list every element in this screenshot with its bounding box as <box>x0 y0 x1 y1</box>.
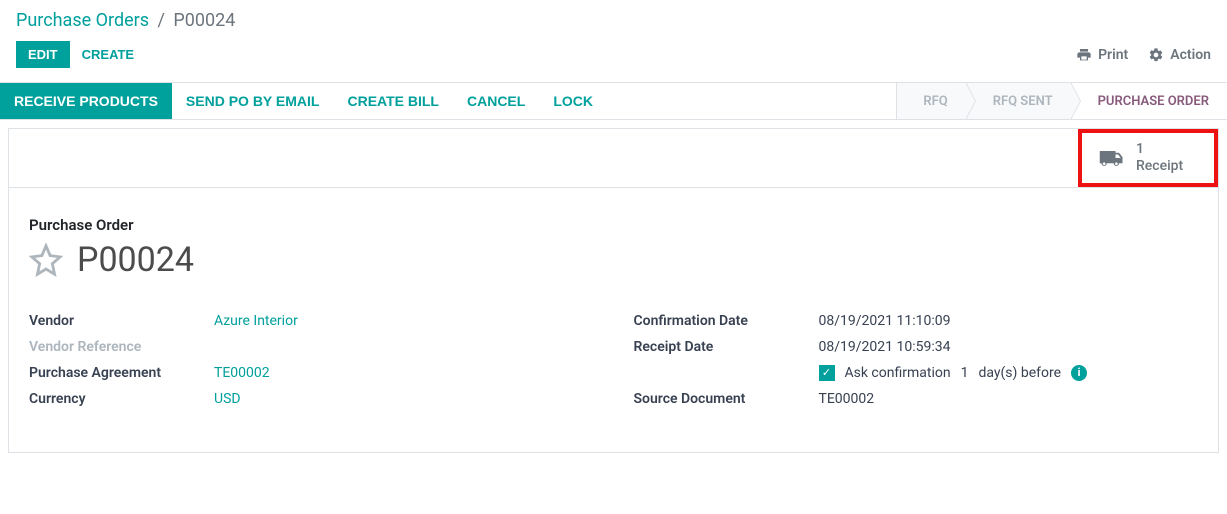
record-title: P00024 <box>29 240 1198 280</box>
field-currency: Currency USD <box>29 386 594 412</box>
field-source-document: Source Document TE00002 <box>634 386 1199 412</box>
vendor-label: Vendor <box>29 313 214 329</box>
print-icon <box>1076 47 1092 63</box>
cancel-button[interactable]: CANCEL <box>453 83 539 119</box>
status-step-purchase-order[interactable]: PURCHASE ORDER <box>1071 83 1227 119</box>
vendor-ref-label: Vendor Reference <box>29 339 214 355</box>
toolbar: EDIT CREATE Print Action <box>0 37 1227 82</box>
action-button[interactable]: Action <box>1148 47 1211 63</box>
ask-confirm-checkbox[interactable]: ✓ <box>819 365 835 381</box>
action-label: Action <box>1170 47 1211 63</box>
send-po-email-button[interactable]: SEND PO BY EMAIL <box>172 83 334 119</box>
lock-button[interactable]: LOCK <box>539 83 607 119</box>
source-doc-label: Source Document <box>634 391 819 407</box>
gear-icon <box>1148 47 1164 63</box>
print-button[interactable]: Print <box>1076 47 1128 63</box>
fields-col-left: Vendor Azure Interior Vendor Reference P… <box>29 308 594 412</box>
vendor-value[interactable]: Azure Interior <box>214 313 298 329</box>
receipt-date-label: Receipt Date <box>634 339 819 355</box>
field-vendor-reference: Vendor Reference <box>29 334 594 360</box>
status-step-rfq[interactable]: RFQ <box>896 83 965 119</box>
section-title: Purchase Order <box>29 216 1198 234</box>
field-receipt-date: Receipt Date 08/19/2021 10:59:34 <box>634 334 1199 360</box>
confirm-date-label: Confirmation Date <box>634 313 819 329</box>
star-icon[interactable] <box>29 243 63 277</box>
create-bill-button[interactable]: CREATE BILL <box>333 83 453 119</box>
status-steps: RFQ RFQ SENT PURCHASE ORDER <box>896 83 1227 119</box>
ask-confirm-suffix: day(s) before <box>978 365 1061 381</box>
fields-col-right: Confirmation Date 08/19/2021 11:10:09 Re… <box>634 308 1199 412</box>
form-sheet: 1 Receipt Purchase Order P00024 Vendor A… <box>8 128 1219 453</box>
breadcrumb-separator: / <box>158 10 165 31</box>
currency-value[interactable]: USD <box>214 391 241 407</box>
agreement-value[interactable]: TE00002 <box>214 365 270 381</box>
receive-products-button[interactable]: RECEIVE PRODUCTS <box>0 83 172 119</box>
agreement-label: Purchase Agreement <box>29 365 214 381</box>
breadcrumb-parent-link[interactable]: Purchase Orders <box>16 10 149 31</box>
currency-label: Currency <box>29 391 214 407</box>
status-step-rfq-sent[interactable]: RFQ SENT <box>966 83 1071 119</box>
status-bar: RECEIVE PRODUCTS SEND PO BY EMAIL CREATE… <box>0 82 1227 120</box>
source-doc-value: TE00002 <box>819 391 875 407</box>
receipt-date-value: 08/19/2021 10:59:34 <box>819 339 951 355</box>
ask-confirm-prefix: Ask confirmation <box>845 365 951 381</box>
field-vendor: Vendor Azure Interior <box>29 308 594 334</box>
field-confirmation-date: Confirmation Date 08/19/2021 11:10:09 <box>634 308 1199 334</box>
breadcrumb: Purchase Orders / P00024 <box>0 0 1227 37</box>
fields-grid: Vendor Azure Interior Vendor Reference P… <box>29 308 1198 412</box>
receipt-label: Receipt <box>1136 158 1183 175</box>
print-label: Print <box>1098 47 1128 63</box>
record-name: P00024 <box>77 240 194 280</box>
field-ask-confirm: ✓ Ask confirmation 1 day(s) before i <box>634 360 1199 386</box>
stat-row: 1 Receipt <box>9 129 1218 188</box>
confirm-date-value: 08/19/2021 11:10:09 <box>819 313 951 329</box>
receipt-count: 1 <box>1136 141 1183 158</box>
truck-icon <box>1098 147 1126 169</box>
receipt-stat-button[interactable]: 1 Receipt <box>1078 129 1218 187</box>
info-icon[interactable]: i <box>1071 365 1087 381</box>
create-button[interactable]: CREATE <box>70 41 146 68</box>
edit-button[interactable]: EDIT <box>16 41 70 68</box>
ask-confirm-days: 1 <box>961 365 969 381</box>
breadcrumb-current: P00024 <box>173 10 235 31</box>
field-purchase-agreement: Purchase Agreement TE00002 <box>29 360 594 386</box>
